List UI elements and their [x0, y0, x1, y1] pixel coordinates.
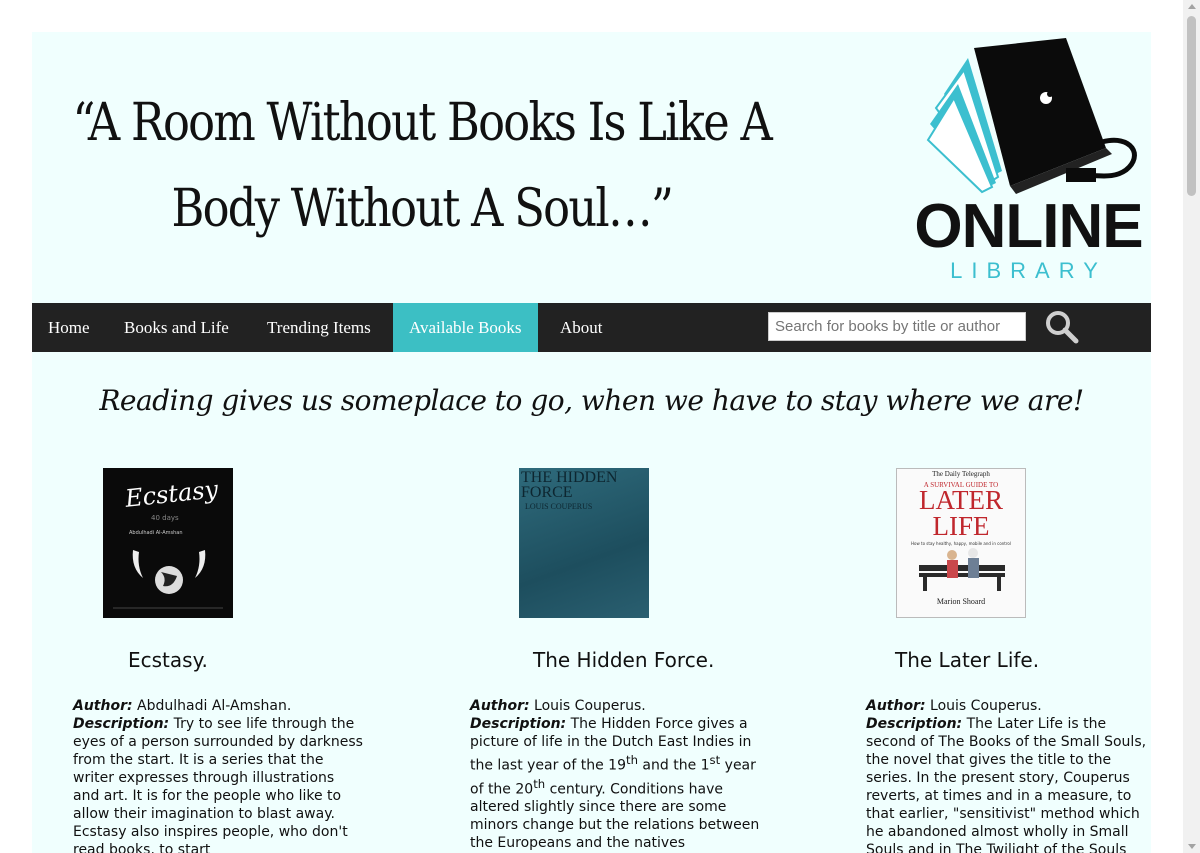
book-title: Ecstasy.: [128, 648, 208, 672]
description-label: Description:: [73, 716, 170, 732]
header-quote: “A Room Without Books Is Like A Body Wit…: [52, 80, 792, 252]
book-description-part-b: and the 1: [637, 757, 710, 774]
page-container: “A Room Without Books Is Like A Body Wit…: [32, 32, 1151, 853]
book-description: The Later Life is the second of The Book…: [866, 716, 1147, 853]
book-details: Author: Louis Couperus. Description: The…: [866, 697, 1151, 853]
book-title: The Hidden Force.: [533, 648, 715, 672]
globe-illustration: [113, 550, 223, 609]
search-icon: [1046, 311, 1079, 344]
author-label: Author:: [866, 698, 926, 714]
book-author: Louis Couperus.: [930, 698, 1042, 714]
nav-about[interactable]: About: [544, 303, 619, 352]
header-banner: “A Room Without Books Is Like A Body Wit…: [32, 32, 1151, 303]
book-cover-later-life[interactable]: The Daily Telegraph A SURVIVAL GUIDE TO …: [896, 468, 1026, 618]
quote-line-1: “A Room Without Books Is Like A: [72, 93, 773, 153]
nav-home[interactable]: Home: [32, 303, 106, 352]
author-label: Author:: [73, 698, 133, 714]
description-label: Description:: [866, 716, 963, 732]
nav-books-and-life[interactable]: Books and Life: [108, 303, 245, 352]
book-author: Abdulhadi Al-Amshan.: [137, 698, 292, 714]
cover-author: LOUIS COUPERUS: [525, 502, 593, 511]
cover-author: Marion Shoard: [936, 597, 986, 606]
book-details: Author: Abdulhadi Al-Amshan. Description…: [73, 697, 363, 853]
superscript-st: st: [709, 753, 721, 767]
quote-line-2: Body Without A Soul…”: [171, 179, 673, 239]
nav-available-books[interactable]: Available Books: [393, 303, 538, 352]
cover-title: THE HIDDEN FORCE: [521, 469, 618, 501]
vertical-scrollbar[interactable]: [1183, 0, 1200, 853]
online-library-logo[interactable]: ONLINE LIBRARY: [906, 36, 1151, 286]
book-cover-hidden-force[interactable]: THE HIDDEN FORCE LOUIS COUPERUS: [519, 468, 649, 618]
page-tagline: Reading gives us someplace to go, when w…: [99, 384, 1084, 417]
scroll-up-icon[interactable]: [1188, 4, 1196, 9]
search-button[interactable]: [1044, 309, 1080, 345]
nav-trending-items[interactable]: Trending Items: [251, 303, 387, 352]
book-description: Try to see life through the eyes of a pe…: [73, 716, 363, 853]
book-title: The Later Life.: [895, 648, 1040, 672]
book-details: Author: Louis Couperus. Description: The…: [470, 697, 760, 852]
book-author: Louis Couperus.: [534, 698, 646, 714]
logo-subword: LIBRARY: [950, 258, 1107, 283]
author-label: Author:: [470, 698, 530, 714]
description-label: Description:: [470, 716, 567, 732]
laptop-books-icon: [926, 38, 1137, 194]
superscript-th: th: [533, 776, 546, 791]
search-input[interactable]: [768, 312, 1026, 341]
main-navigation: Home Books and Life Trending Items Avail…: [32, 303, 1151, 352]
scroll-down-icon[interactable]: [1188, 844, 1196, 849]
bench-illustration: [919, 548, 1005, 591]
book-cover-ecstasy[interactable]: Ecstasy 40 days Abdulhadi Al-Amshan: [103, 468, 233, 618]
scrollbar-thumb[interactable]: [1187, 16, 1196, 196]
superscript-th: th: [626, 753, 638, 767]
logo-word: ONLINE: [914, 192, 1143, 261]
